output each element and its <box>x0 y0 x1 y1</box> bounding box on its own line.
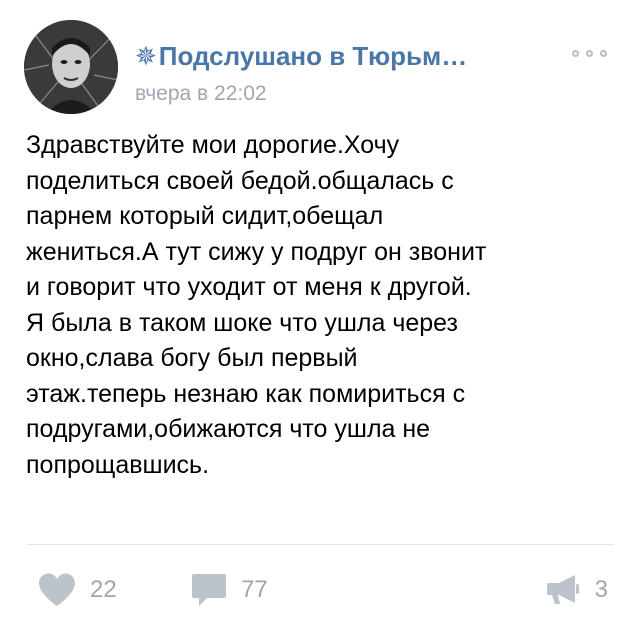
megaphone-share-icon <box>546 575 579 604</box>
community-name-text: Подслушано в Тюрьм… <box>158 41 468 71</box>
post-text-line: Здравствуйте мои дорогие.Хочу <box>26 131 400 159</box>
post-header: ✵Подслушано в Тюрьм… вчера в 22:02 <box>24 20 616 116</box>
post-text-line: попрощавшись. <box>26 450 210 479</box>
post-text-line: и говорит что уходит от меня к другой. <box>26 273 472 301</box>
actions-divider <box>27 544 614 545</box>
like-button[interactable]: 22 <box>38 572 117 608</box>
more-options-icon[interactable] <box>572 48 612 60</box>
post-text-line: жениться.А тут сижу у подруг он звонит <box>26 237 487 266</box>
post-text-line: парнем который сидит,обещал <box>26 202 384 230</box>
post-text-line: окно,слава богу был первый <box>26 344 358 372</box>
share-button[interactable]: 3 <box>545 572 608 608</box>
share-count: 3 <box>594 576 608 603</box>
post-timestamp[interactable]: вчера в 22:02 <box>135 81 267 107</box>
post-body-text: Здравствуйте мои дорогие.Хочу поделиться… <box>26 128 618 483</box>
like-count: 22 <box>90 576 117 603</box>
wall-post: ✵Подслушано в Тюрьм… вчера в 22:02 Здрав… <box>0 0 640 639</box>
comment-button[interactable]: 77 <box>191 572 268 608</box>
post-text-line: подругами,обижаются что ушла не <box>26 415 431 443</box>
community-avatar[interactable] <box>24 20 118 114</box>
post-text-line: поделиться своей бедой.общалась с <box>26 166 454 195</box>
post-actions-bar: 22 77 3 <box>0 556 640 626</box>
community-name[interactable]: ✵Подслушано в Тюрьм… <box>135 40 555 72</box>
community-prefix-glyph: ✵ <box>135 41 157 71</box>
comment-count: 77 <box>241 576 268 603</box>
post-text-line: этаж.теперь незнаю как помириться с <box>26 379 466 408</box>
post-text-line: Я была в таком шоке что ушла через <box>26 308 458 337</box>
heart-icon <box>39 573 75 606</box>
comment-bubble-icon <box>192 574 226 606</box>
